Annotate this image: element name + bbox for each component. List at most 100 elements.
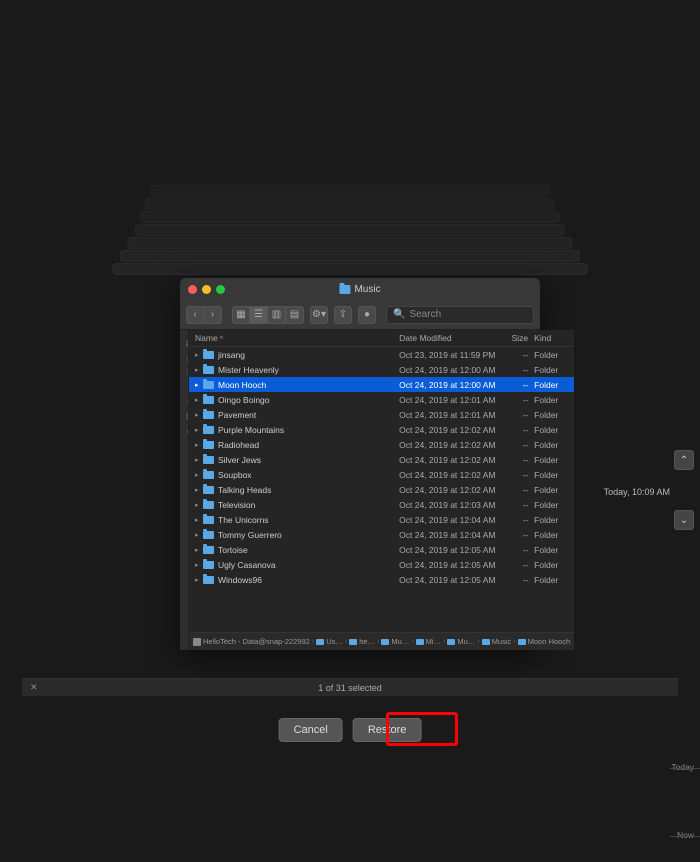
disclosure-icon[interactable]: ▸ (195, 366, 203, 374)
file-date: Oct 24, 2019 at 12:01 AM (399, 410, 504, 420)
stack-layer (140, 211, 560, 223)
stack-layer (145, 198, 555, 210)
folder-icon (203, 456, 214, 464)
table-row[interactable]: ▸Mister HeavenlyOct 24, 2019 at 12:00 AM… (189, 362, 574, 377)
file-kind: Folder (534, 395, 574, 405)
table-row[interactable]: ▸SoupboxOct 24, 2019 at 12:02 AM--Folder (189, 467, 574, 482)
restore-button[interactable]: Restore (353, 718, 422, 742)
file-date: Oct 24, 2019 at 12:02 AM (399, 485, 504, 495)
sidebar: Favorites ⒶApplications☐Desktop⬇Download… (180, 330, 189, 650)
folder-icon (447, 639, 455, 645)
close-statusbar-icon[interactable]: ✕ (30, 682, 38, 693)
table-row[interactable]: ▸Moon HoochOct 24, 2019 at 12:00 AM--Fol… (189, 377, 574, 392)
table-row[interactable]: ▸Ugly CasanovaOct 24, 2019 at 12:05 AM--… (189, 557, 574, 572)
disclosure-icon[interactable]: ▸ (195, 546, 203, 554)
titlebar: Music (180, 278, 540, 300)
disclosure-icon[interactable]: ▸ (195, 531, 203, 539)
sidebar-item[interactable]: ⬇Downloads (184, 380, 188, 394)
list-view-button[interactable]: ☰ (250, 306, 268, 324)
file-size: -- (504, 515, 534, 525)
timeline-current-label: Today, 10:09 AM (604, 487, 670, 497)
table-row[interactable]: ▸Windows96Oct 24, 2019 at 12:05 AM--Fold… (189, 572, 574, 587)
breadcrumb[interactable]: HelloTech - Data@snap-222992 (193, 637, 310, 646)
file-kind: Folder (534, 575, 574, 585)
file-size: -- (504, 560, 534, 570)
disclosure-icon[interactable]: ▸ (195, 486, 203, 494)
column-kind[interactable]: Kind (534, 333, 574, 343)
sidebar-item[interactable]: ◎AirDrop (184, 394, 188, 408)
close-icon[interactable] (188, 285, 197, 294)
disclosure-icon[interactable]: ▸ (195, 396, 203, 404)
disclosure-icon[interactable]: ▸ (195, 441, 203, 449)
file-date: Oct 24, 2019 at 12:01 AM (399, 395, 504, 405)
gallery-view-button[interactable]: ▤ (286, 306, 304, 324)
cancel-button[interactable]: Cancel (279, 718, 343, 742)
breadcrumb[interactable]: he… (349, 637, 375, 646)
table-row[interactable]: ▸TelevisionOct 24, 2019 at 12:03 AM--Fol… (189, 497, 574, 512)
timeline-up-button[interactable]: ⌃ (674, 450, 694, 470)
table-row[interactable]: ▸PavementOct 24, 2019 at 12:01 AM--Folde… (189, 407, 574, 422)
back-button[interactable]: ‹ (186, 306, 204, 324)
breadcrumb[interactable]: Mi… (416, 637, 441, 646)
table-row[interactable]: ▸Talking HeadsOct 24, 2019 at 12:02 AM--… (189, 482, 574, 497)
column-date[interactable]: Date Modified (399, 333, 504, 343)
disclosure-icon[interactable]: ▸ (195, 351, 203, 359)
column-view-button[interactable]: ▥ (268, 306, 286, 324)
table-row[interactable]: ▸Silver JewsOct 24, 2019 at 12:02 AM--Fo… (189, 452, 574, 467)
breadcrumb[interactable]: Mu… (447, 637, 475, 646)
minimize-icon[interactable] (202, 285, 211, 294)
action-button[interactable]: ⇪ (334, 306, 352, 324)
breadcrumb[interactable]: Moon Hooch (518, 637, 571, 646)
tag-button[interactable]: ● (358, 306, 376, 324)
forward-button[interactable]: › (204, 306, 222, 324)
table-row[interactable]: ▸Oingo BoingoOct 24, 2019 at 12:01 AM--F… (189, 392, 574, 407)
disclosure-icon[interactable]: ▸ (195, 516, 203, 524)
sidebar-item[interactable]: ⒶApplications (184, 352, 188, 366)
window-body: Favorites ⒶApplications☐Desktop⬇Download… (180, 330, 540, 650)
zoom-icon[interactable] (216, 285, 225, 294)
timeline-down-button[interactable]: ⌄ (674, 510, 694, 530)
file-kind: Folder (534, 365, 574, 375)
disclosure-icon[interactable]: ▸ (195, 426, 203, 434)
disclosure-icon[interactable]: ▸ (195, 501, 203, 509)
disclosure-icon[interactable]: ▸ (195, 456, 203, 464)
icon-view-button[interactable]: ▦ (232, 306, 250, 324)
disclosure-icon[interactable]: ▸ (195, 561, 203, 569)
column-size[interactable]: Size (504, 333, 534, 343)
table-row[interactable]: ▸jinsangOct 23, 2019 at 11:59 PM--Folder (189, 347, 574, 362)
breadcrumb-label: Music (492, 637, 512, 646)
finder-window: Music ‹ › ▦ ☰ ▥ ▤ ⚙▾ ⇪ ● 🔍 Search Favori… (180, 278, 540, 650)
toolbar: ‹ › ▦ ☰ ▥ ▤ ⚙▾ ⇪ ● 🔍 Search (180, 300, 540, 330)
disclosure-icon[interactable]: ▸ (195, 411, 203, 419)
disclosure-icon[interactable]: ▸ (195, 381, 203, 389)
disclosure-icon[interactable]: ▸ (195, 471, 203, 479)
disk-icon (193, 638, 201, 646)
file-kind: Folder (534, 350, 574, 360)
folder-icon (203, 546, 214, 554)
file-date: Oct 24, 2019 at 12:04 AM (399, 515, 504, 525)
table-row[interactable]: ▸The UnicornsOct 24, 2019 at 12:04 AM--F… (189, 512, 574, 527)
file-rows[interactable]: ▸jinsangOct 23, 2019 at 11:59 PM--Folder… (189, 347, 574, 632)
stack-layer (150, 185, 550, 197)
table-row[interactable]: ▸Purple MountainsOct 24, 2019 at 12:02 A… (189, 422, 574, 437)
sidebar-item[interactable]: ☐Desktop (184, 366, 188, 380)
breadcrumb[interactable]: Us… (316, 637, 343, 646)
folder-icon (203, 366, 214, 374)
file-kind: Folder (534, 530, 574, 540)
search-field[interactable]: 🔍 Search (386, 306, 534, 324)
file-size: -- (504, 575, 534, 585)
table-row[interactable]: ▸RadioheadOct 24, 2019 at 12:02 AM--Fold… (189, 437, 574, 452)
disclosure-icon[interactable]: ▸ (195, 576, 203, 584)
table-row[interactable]: ▸Tommy GuerreroOct 24, 2019 at 12:04 AM-… (189, 527, 574, 542)
file-name: Soupbox (218, 470, 399, 480)
column-name[interactable]: Name^ (195, 333, 399, 343)
chevron-right-icon: › (312, 638, 314, 645)
sidebar-item[interactable]: ▭HelloTech (184, 424, 188, 438)
breadcrumb[interactable]: Music (482, 637, 512, 646)
file-size: -- (504, 530, 534, 540)
arrange-button[interactable]: ⚙▾ (310, 306, 328, 324)
breadcrumb-label: he… (359, 637, 375, 646)
breadcrumb[interactable]: Mu… (381, 637, 409, 646)
table-row[interactable]: ▸TortoiseOct 24, 2019 at 12:05 AM--Folde… (189, 542, 574, 557)
stack-layer (120, 250, 580, 262)
